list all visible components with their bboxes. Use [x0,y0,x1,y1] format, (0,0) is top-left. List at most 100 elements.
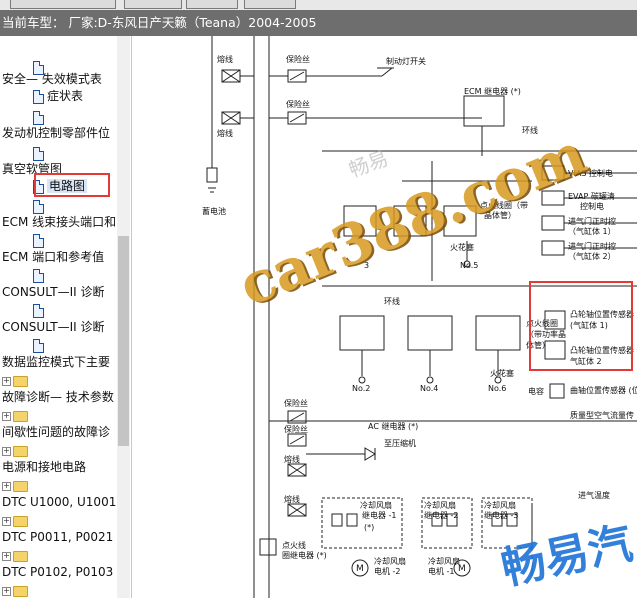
label-capacitor: 电容 [528,386,544,396]
vehicle-info-bar: 当前车型： 厂家:D-东风日产天籁（Teana）2004-2005 [0,10,637,36]
label-maf: 质量型空气流量传 [570,410,634,420]
tree-item-doc[interactable] [33,336,47,354]
tree-item-folder[interactable]: + [2,582,28,598]
tree-item-label: ECM 端口和参考值 [2,250,105,264]
label-spark-a: 火花塞 [450,242,474,252]
toolbar-button-3[interactable] [186,0,238,9]
tree-item-label: CONSULT—II 诊断 [2,320,105,334]
document-icon [33,110,44,125]
label-intake1: 进气门正时控 [568,216,616,226]
label-intake2: 进气门正时控 [568,241,616,251]
label-fan-relay1b: 继电器 -1 [362,510,397,520]
motor-m-icon: M [356,564,364,574]
tree-item-power-ground[interactable]: 电源和接地电路 [2,458,86,476]
tree-item-doc[interactable] [33,266,47,284]
folder-icon [13,516,28,527]
tree-item-label: 故障诊断— 技术参数 [2,390,114,404]
tree-item-engine-parts[interactable]: 发动机控制零部件位 [2,124,110,142]
tree-item-label: 数据监控模式下主要 [2,355,111,369]
label-spark-b: 火花塞 [490,368,514,378]
toolbar-button-1[interactable] [10,0,116,9]
motor-m-icon: M [458,564,466,574]
folder-icon [13,586,28,597]
document-icon [33,233,44,248]
tree-item-label: ECM 线束接头端口和 [2,215,117,229]
label-evap: EVAP 碳罐清 [568,191,615,201]
tree-item-symptom-table[interactable]: 症状表 [33,87,83,105]
folder-icon [13,411,28,422]
label-fan-relay2: 冷却风扇 [424,500,456,510]
tree-item-dtc-p0011[interactable]: DTC P0011, P0021 [2,528,113,546]
vehicle-info-text: 当前车型： 厂家:D-东风日产天籁（Teana）2004-2005 [2,15,317,30]
label-fan-relay3: 冷却风扇 [484,500,516,510]
expand-icon[interactable]: + [2,517,11,526]
folder-icon [13,376,28,387]
tree-item-ecm-harness[interactable]: ECM 线束接头端口和 [2,213,116,231]
document-icon [33,199,44,214]
tree-item-label: 症状表 [47,89,84,103]
tree-item-intermittent[interactable]: 间歇性问题的故障诊 [2,423,110,441]
label-fuse1: 熔线 [217,54,233,64]
navigation-tree: 安全— 失效模式表 症状表 发动机控制零部件位 真空软管图 电路图 ECM 线束… [0,36,132,598]
expand-icon[interactable]: + [2,482,11,491]
label-fuse8: 熔线 [284,494,300,504]
expand-icon[interactable]: + [2,587,11,596]
tree-item-doc[interactable] [33,231,47,249]
tree-item-doc[interactable] [33,301,47,319]
label-fan-relay3b: 继电器 -3 [484,510,519,520]
tree-item-consult-2[interactable]: CONSULT—II 诊断 [2,318,104,336]
tree-item-dtc-u1000[interactable]: DTC U1000, U1001 [2,493,116,511]
folder-icon [13,446,28,457]
toolbar-button-2[interactable] [124,0,182,9]
tree-item-dtc-p0102[interactable]: DTC P0102, P0103 [2,563,113,581]
cam-sensor-highlight-box [529,281,633,371]
document-icon [33,338,44,353]
document-icon [33,89,44,104]
label-no4: No.4 [420,384,438,393]
expand-icon[interactable]: + [2,412,11,421]
expand-icon[interactable]: + [2,552,11,561]
label-no6: No.6 [488,384,506,393]
label-ignition-relay2: 圈继电器 (*) [282,550,327,560]
tree-item-tech-spec[interactable]: 故障诊断— 技术参数 [2,388,114,406]
label-fan-motor2b: 电机 -2 [374,566,401,576]
label-inlet-temp: 进气温度 [578,490,610,500]
folder-icon [13,481,28,492]
tree-item-ecm-terminals[interactable]: ECM 端口和参考值 [2,248,104,266]
document-icon [33,303,44,318]
scrollbar-thumb[interactable] [118,236,129,446]
label-fuse2: 保险丝 [286,54,310,64]
label-fuse3: 保险丝 [286,99,310,109]
expand-icon[interactable]: + [2,447,11,456]
label-fuse7: 熔线 [284,454,300,464]
tree-item-data-monitor[interactable]: 数据监控模式下主要 [2,353,110,371]
label-battery: 蓄电池 [202,206,226,216]
tree-item-label: 电源和接地电路 [2,460,87,474]
tree-item-label: DTC P0011, P0021 [2,530,114,544]
label-ring2: 环线 [384,296,400,306]
label-intake1b: （气缸体 1） [568,226,616,236]
toolbar [0,0,637,10]
tree-item-label: DTC P0102, P0103 [2,565,114,579]
tree-item-consult-1[interactable]: CONSULT—II 诊断 [2,283,104,301]
tree-item-failsafe[interactable]: 安全— 失效模式表 [2,70,102,88]
tree-item-label: CONSULT—II 诊断 [2,285,105,299]
label-intake2b: （气缸体 2） [568,251,616,261]
label-star: (*) [364,523,374,532]
label-fan-relay2b: 继电器 -2 [424,510,459,520]
tree-item-label: 间歇性问题的故障诊 [2,425,111,439]
label-fuse4: 熔线 [217,128,233,138]
label-evap2: 控制电 [580,201,604,211]
toolbar-button-4[interactable] [244,0,296,9]
label-compressor: 至压缩机 [384,438,416,448]
tree-item-label: 安全— 失效模式表 [2,72,102,86]
label-no5: No.5 [460,261,478,270]
document-icon [33,146,44,161]
label-fan-motor2: 冷却风扇 [374,556,406,566]
selection-highlight-box [34,173,110,197]
expand-icon[interactable]: + [2,377,11,386]
label-fan-relay1: 冷却风扇 [360,500,392,510]
folder-icon [13,551,28,562]
tree-scrollbar[interactable] [117,36,130,598]
label-crank: 曲轴位置传感器 (位 [570,385,637,395]
